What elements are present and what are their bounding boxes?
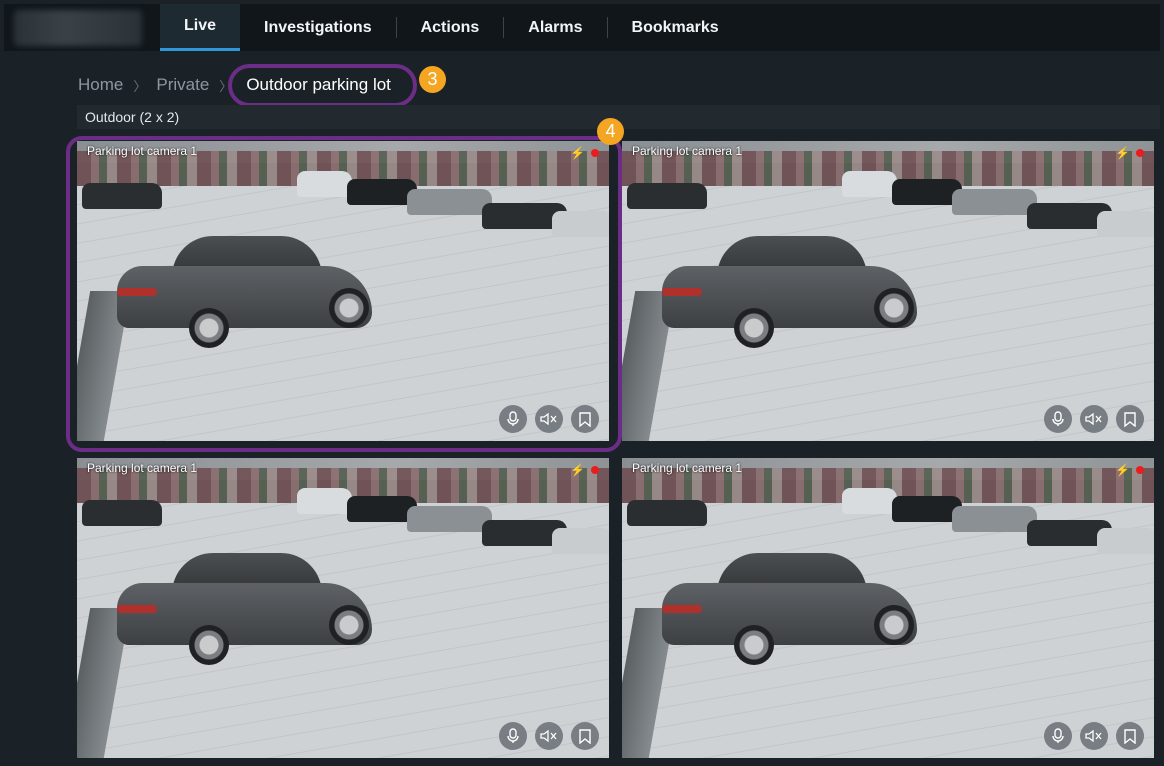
view-title: Outdoor (2 x 2): [85, 109, 180, 125]
recording-dot-icon: [591, 466, 599, 474]
motion-icon: ⚡: [1115, 146, 1130, 160]
breadcrumb-home[interactable]: Home: [78, 75, 123, 95]
tile-controls: [1044, 405, 1144, 433]
recording-indicators: ⚡: [570, 463, 599, 477]
motion-icon: ⚡: [1115, 463, 1130, 477]
tile-controls: [499, 405, 599, 433]
microphone-icon[interactable]: [1044, 405, 1072, 433]
camera-tile[interactable]: Parking lot camera 1 ⚡: [622, 458, 1154, 758]
recording-dot-icon: [1136, 466, 1144, 474]
motion-icon: ⚡: [570, 146, 585, 160]
callout-badge-4: 4: [597, 118, 624, 145]
tab-investigations[interactable]: Investigations: [240, 4, 396, 51]
bookmark-icon[interactable]: [1116, 722, 1144, 750]
tab-live[interactable]: Live: [160, 4, 241, 51]
recording-indicators: ⚡: [1115, 146, 1144, 160]
microphone-icon[interactable]: [499, 722, 527, 750]
top-navigation-bar: Live Investigations Actions Alarms Bookm…: [4, 4, 1160, 51]
bookmark-icon[interactable]: [571, 405, 599, 433]
callout-badge-3: 3: [419, 66, 446, 93]
camera-video-feed: [622, 458, 1154, 758]
bookmark-icon[interactable]: [571, 722, 599, 750]
recording-indicators: ⚡: [570, 146, 599, 160]
camera-tile[interactable]: Parking lot camera 1 ⚡: [77, 141, 609, 441]
logo: [14, 10, 142, 46]
speaker-muted-icon[interactable]: [535, 722, 563, 750]
tab-actions[interactable]: Actions: [397, 4, 504, 51]
motion-icon: ⚡: [570, 463, 585, 477]
tab-alarms[interactable]: Alarms: [504, 4, 606, 51]
speaker-muted-icon[interactable]: [1080, 405, 1108, 433]
speaker-muted-icon[interactable]: [535, 405, 563, 433]
tile-controls: [1044, 722, 1144, 750]
camera-name-label: Parking lot camera 1: [87, 144, 198, 158]
camera-tile[interactable]: Parking lot camera 1 ⚡: [77, 458, 609, 758]
tab-bookmarks[interactable]: Bookmarks: [608, 4, 743, 51]
camera-video-feed: [622, 141, 1154, 441]
camera-video-feed: [77, 141, 609, 441]
camera-tile[interactable]: Parking lot camera 1 ⚡: [622, 141, 1154, 441]
microphone-icon[interactable]: [499, 405, 527, 433]
recording-dot-icon: [591, 149, 599, 157]
main-nav: Live Investigations Actions Alarms Bookm…: [160, 4, 743, 51]
bookmark-icon[interactable]: [1116, 405, 1144, 433]
recording-dot-icon: [1136, 149, 1144, 157]
camera-name-label: Parking lot camera 1: [632, 144, 743, 158]
breadcrumb-private[interactable]: Private: [156, 75, 209, 95]
camera-name-label: Parking lot camera 1: [632, 461, 743, 475]
speaker-muted-icon[interactable]: [1080, 722, 1108, 750]
microphone-icon[interactable]: [1044, 722, 1072, 750]
camera-name-label: Parking lot camera 1: [87, 461, 198, 475]
camera-video-feed: [77, 458, 609, 758]
breadcrumb-highlight-ring: [228, 64, 417, 107]
tile-controls: [499, 722, 599, 750]
chevron-right-icon: 〉: [133, 78, 147, 94]
recording-indicators: ⚡: [1115, 463, 1144, 477]
